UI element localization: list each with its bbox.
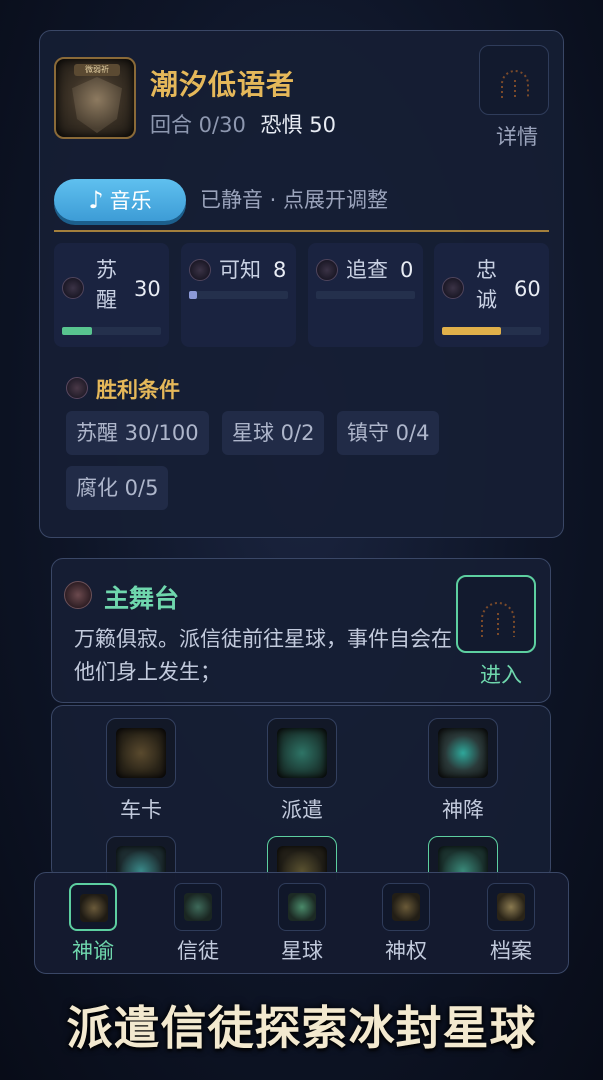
card-deck-icon <box>116 728 166 778</box>
gate-icon <box>481 602 515 637</box>
action-grid: 车卡 派遣 神降 <box>51 705 551 880</box>
stat-bar <box>62 327 161 335</box>
nav-divine-power[interactable] <box>382 883 430 931</box>
stage-title: 主舞台 <box>104 584 180 613</box>
emblem-banner: 微弱祈 <box>74 64 120 76</box>
loyalty-icon <box>442 277 464 299</box>
enter-button[interactable] <box>456 575 536 653</box>
dispatch-button[interactable] <box>267 718 337 788</box>
stat-label: 可知 <box>219 258 261 282</box>
nav-oracle[interactable] <box>69 883 117 931</box>
music-status[interactable]: 已静音 · 点展开调整 <box>200 184 388 214</box>
planet-icon <box>288 893 316 921</box>
enter-label[interactable]: 进入 <box>480 659 522 689</box>
descent-button[interactable] <box>428 718 498 788</box>
nav-label-believers[interactable]: 信徒 <box>158 935 238 965</box>
nav-label-oracle[interactable]: 神谕 <box>53 935 133 965</box>
archive-icon <box>497 893 525 921</box>
stage-icon <box>64 581 92 609</box>
stat-bar <box>316 291 415 299</box>
music-button[interactable]: ♪ 音乐 <box>54 179 186 221</box>
victory-icon <box>66 377 88 399</box>
stat-card-loyalty[interactable]: 忠诚 60 <box>434 243 549 347</box>
stat-card-awaken[interactable]: 苏醒 30 <box>54 243 169 347</box>
stat-value: 0 <box>400 258 414 282</box>
bottom-nav: 神谕 信徒 星球 神权 档案 <box>34 872 569 974</box>
detail-button[interactable] <box>479 45 549 115</box>
music-label: 音乐 <box>109 189 152 213</box>
victory-title: 胜利条件 <box>96 378 180 402</box>
deity-emblem-icon[interactable]: 微弱祈 <box>54 57 136 139</box>
card-deck-button[interactable] <box>106 718 176 788</box>
divider <box>54 230 549 232</box>
oracle-icon <box>80 894 108 922</box>
stat-bar-fill <box>62 327 92 335</box>
stat-label: 忠诚 <box>476 258 497 312</box>
awaken-icon <box>62 277 84 299</box>
nav-believers[interactable] <box>174 883 222 931</box>
stat-label: 苏醒 <box>96 258 117 312</box>
action-label[interactable]: 神降 <box>413 794 513 824</box>
stat-bar-fill <box>189 291 197 299</box>
deity-title: 潮汐低语者 <box>150 68 296 101</box>
shield-icon <box>72 77 122 133</box>
believers-icon <box>184 893 212 921</box>
stat-card-investigate[interactable]: 追查 0 <box>308 243 423 347</box>
victory-chip-awaken: 苏醒 30/100 <box>66 411 209 455</box>
detail-label[interactable]: 详情 <box>496 121 538 151</box>
nav-label-archive[interactable]: 档案 <box>471 935 551 965</box>
round-counter: 回合 0/30 <box>150 113 246 137</box>
status-panel: 微弱祈 潮汐低语者 回合 0/30 恐惧 50 详情 ♪ 音乐 已静音 · 点展开… <box>39 30 564 538</box>
nav-archive[interactable] <box>487 883 535 931</box>
round-fear-line: 回合 0/30 恐惧 50 <box>150 109 336 139</box>
fear-value: 恐惧 50 <box>260 113 336 137</box>
music-note-icon: ♪ <box>88 186 104 214</box>
victory-chip-planet: 星球 0/2 <box>222 411 325 455</box>
action-label[interactable]: 车卡 <box>91 794 191 824</box>
stat-value: 60 <box>514 277 541 301</box>
descent-icon <box>438 728 488 778</box>
nav-planet[interactable] <box>278 883 326 931</box>
stat-label: 追查 <box>346 258 388 282</box>
nav-label-divine-power[interactable]: 神权 <box>366 935 446 965</box>
victory-chip-corrupt: 腐化 0/5 <box>66 466 169 510</box>
gate-icon <box>501 70 529 98</box>
stat-card-knowable[interactable]: 可知 8 <box>181 243 296 347</box>
dispatch-icon <box>277 728 327 778</box>
stat-value: 8 <box>273 258 287 282</box>
promo-slogan: 派遣信徒探索冰封星球 <box>66 1001 537 1055</box>
stage-description: 万籁俱寂。派信徒前往星球，事件自会在他们身上发生； <box>74 627 452 684</box>
nav-label-planet[interactable]: 星球 <box>262 935 342 965</box>
stat-bar <box>189 291 288 299</box>
divine-power-icon <box>392 893 420 921</box>
stat-value: 30 <box>134 277 161 301</box>
main-stage-panel: 主舞台 万籁俱寂。派信徒前往星球，事件自会在他们身上发生； 进入 <box>51 558 551 703</box>
action-label[interactable]: 派遣 <box>252 794 352 824</box>
victory-chip-guard: 镇守 0/4 <box>337 411 440 455</box>
stat-bar <box>442 327 541 335</box>
knowable-icon <box>189 259 211 281</box>
investigate-icon <box>316 259 338 281</box>
stat-bar-fill <box>442 327 502 335</box>
